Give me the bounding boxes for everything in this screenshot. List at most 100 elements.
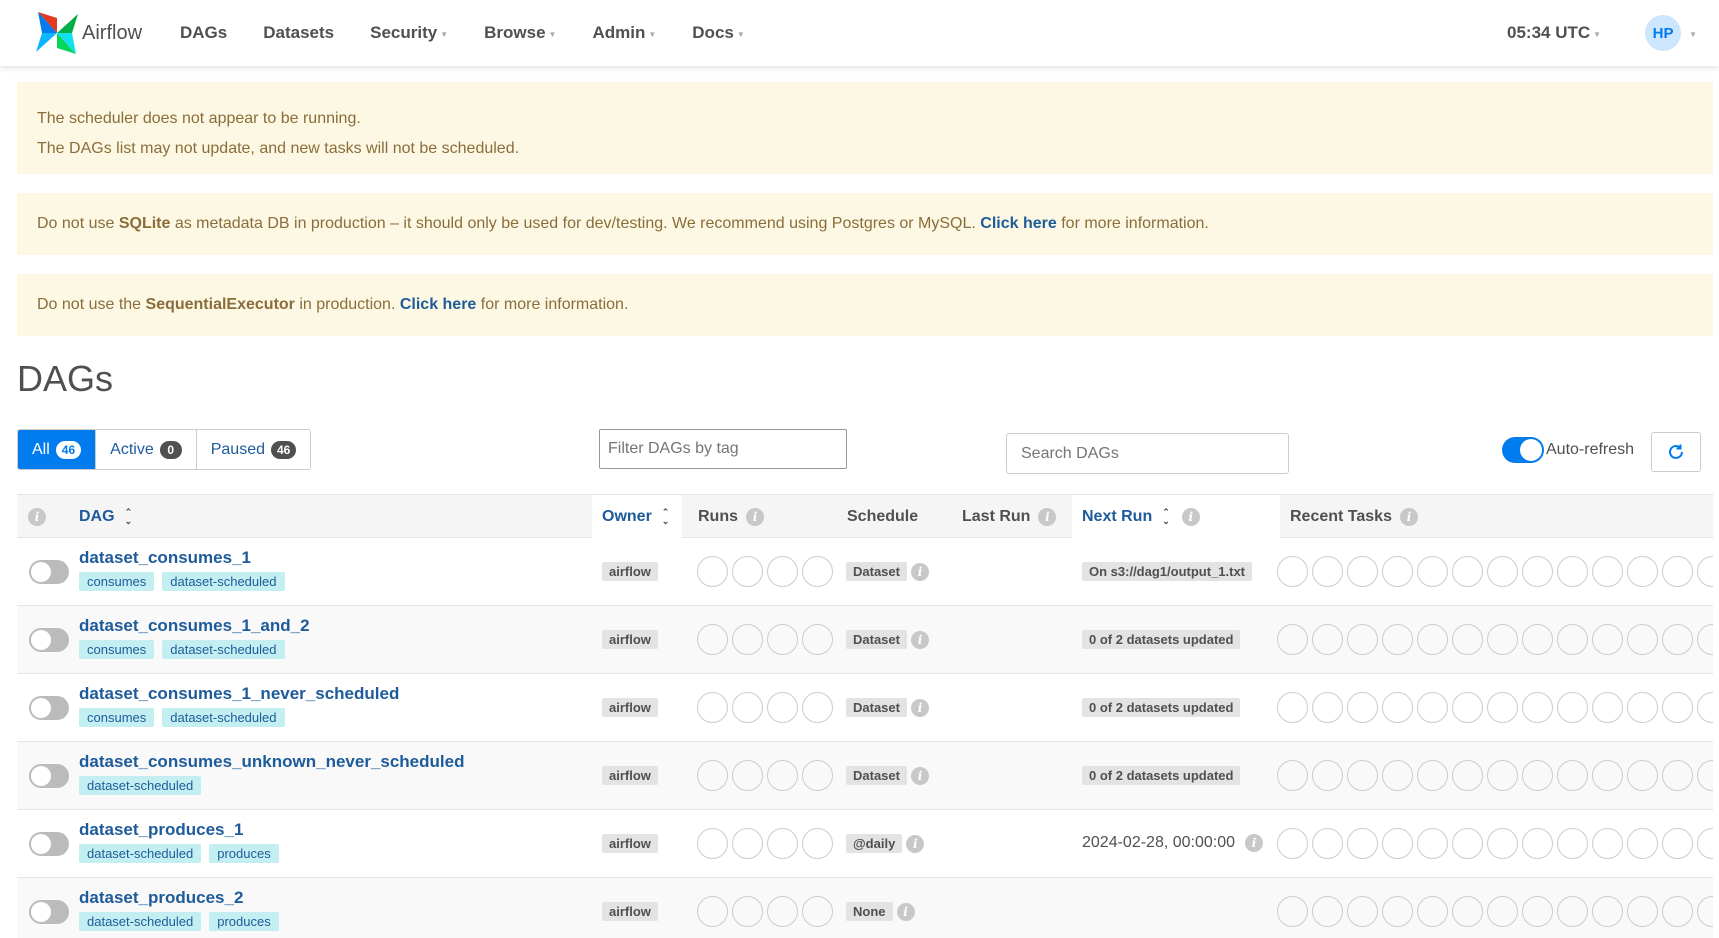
- task-state-circle[interactable]: [1662, 896, 1693, 927]
- run-state-circle[interactable]: [802, 828, 833, 859]
- task-state-circle[interactable]: [1277, 624, 1308, 655]
- task-state-circle[interactable]: [1417, 760, 1448, 791]
- task-state-circle[interactable]: [1697, 760, 1713, 791]
- run-state-circle[interactable]: [767, 692, 798, 723]
- run-state-circle[interactable]: [732, 828, 763, 859]
- dag-tag[interactable]: produces: [209, 844, 279, 863]
- task-state-circle[interactable]: [1417, 624, 1448, 655]
- task-state-circle[interactable]: [1662, 760, 1693, 791]
- pause-toggle[interactable]: [29, 764, 69, 788]
- task-state-circle[interactable]: [1347, 896, 1378, 927]
- task-state-circle[interactable]: [1487, 692, 1518, 723]
- task-state-circle[interactable]: [1312, 556, 1343, 587]
- task-state-circle[interactable]: [1452, 556, 1483, 587]
- info-icon[interactable]: i: [1038, 508, 1057, 526]
- run-state-circle[interactable]: [767, 828, 798, 859]
- task-state-circle[interactable]: [1417, 556, 1448, 587]
- dag-link[interactable]: dataset_produces_2: [79, 888, 243, 908]
- dag-link[interactable]: dataset_consumes_1_never_scheduled: [79, 684, 399, 704]
- task-state-circle[interactable]: [1312, 624, 1343, 655]
- run-state-circle[interactable]: [697, 828, 728, 859]
- task-state-circle[interactable]: [1452, 828, 1483, 859]
- task-state-circle[interactable]: [1277, 828, 1308, 859]
- dag-tag[interactable]: dataset-scheduled: [79, 776, 202, 795]
- filter-active-button[interactable]: Active 0: [96, 430, 197, 469]
- task-state-circle[interactable]: [1452, 760, 1483, 791]
- header-dag[interactable]: DAG ⌃ ⌄: [79, 495, 132, 539]
- pause-toggle[interactable]: [29, 628, 69, 652]
- brand-link[interactable]: Airflow: [34, 10, 142, 56]
- info-icon[interactable]: i: [1181, 508, 1200, 526]
- task-state-circle[interactable]: [1417, 896, 1448, 927]
- task-state-circle[interactable]: [1452, 896, 1483, 927]
- tag-filter-input[interactable]: [599, 429, 847, 469]
- sqlite-more-info-link[interactable]: Click here: [980, 215, 1056, 232]
- owner-badge[interactable]: airflow: [602, 902, 658, 921]
- task-state-circle[interactable]: [1277, 896, 1308, 927]
- task-state-circle[interactable]: [1697, 624, 1713, 655]
- task-state-circle[interactable]: [1312, 828, 1343, 859]
- task-state-circle[interactable]: [1592, 760, 1623, 791]
- task-state-circle[interactable]: [1522, 828, 1553, 859]
- task-state-circle[interactable]: [1662, 692, 1693, 723]
- run-state-circle[interactable]: [767, 624, 798, 655]
- pause-toggle[interactable]: [29, 560, 69, 584]
- task-state-circle[interactable]: [1382, 692, 1413, 723]
- run-state-circle[interactable]: [802, 760, 833, 791]
- task-state-circle[interactable]: [1557, 760, 1588, 791]
- task-state-circle[interactable]: [1522, 692, 1553, 723]
- run-state-circle[interactable]: [732, 624, 763, 655]
- task-state-circle[interactable]: [1627, 760, 1658, 791]
- dag-tag[interactable]: consumes: [79, 572, 155, 591]
- task-state-circle[interactable]: [1487, 828, 1518, 859]
- task-state-circle[interactable]: [1487, 760, 1518, 791]
- task-state-circle[interactable]: [1557, 692, 1588, 723]
- dag-link[interactable]: dataset_consumes_1_and_2: [79, 616, 310, 636]
- task-state-circle[interactable]: [1557, 828, 1588, 859]
- task-state-circle[interactable]: [1592, 556, 1623, 587]
- run-state-circle[interactable]: [732, 760, 763, 791]
- owner-badge[interactable]: airflow: [602, 834, 658, 853]
- task-state-circle[interactable]: [1277, 692, 1308, 723]
- task-state-circle[interactable]: [1627, 896, 1658, 927]
- task-state-circle[interactable]: [1452, 692, 1483, 723]
- task-state-circle[interactable]: [1452, 624, 1483, 655]
- nav-datasets[interactable]: Datasets: [263, 23, 334, 43]
- run-state-circle[interactable]: [697, 692, 728, 723]
- info-icon[interactable]: i: [1245, 834, 1264, 852]
- task-state-circle[interactable]: [1697, 556, 1713, 587]
- task-state-circle[interactable]: [1627, 624, 1658, 655]
- owner-badge[interactable]: airflow: [602, 766, 658, 785]
- owner-badge[interactable]: airflow: [602, 698, 658, 717]
- task-state-circle[interactable]: [1697, 828, 1713, 859]
- pause-toggle[interactable]: [29, 900, 69, 924]
- task-state-circle[interactable]: [1592, 624, 1623, 655]
- task-state-circle[interactable]: [1697, 692, 1713, 723]
- task-state-circle[interactable]: [1522, 896, 1553, 927]
- refresh-button[interactable]: [1651, 432, 1701, 472]
- dag-tag[interactable]: dataset-scheduled: [162, 708, 285, 727]
- task-state-circle[interactable]: [1662, 624, 1693, 655]
- run-state-circle[interactable]: [767, 896, 798, 927]
- task-state-circle[interactable]: [1662, 828, 1693, 859]
- run-state-circle[interactable]: [802, 692, 833, 723]
- header-next-run[interactable]: Next Run ⌃ ⌄ i: [1082, 495, 1200, 539]
- task-state-circle[interactable]: [1592, 896, 1623, 927]
- run-state-circle[interactable]: [767, 556, 798, 587]
- run-state-circle[interactable]: [732, 896, 763, 927]
- task-state-circle[interactable]: [1627, 828, 1658, 859]
- task-state-circle[interactable]: [1557, 624, 1588, 655]
- user-avatar[interactable]: HP: [1645, 15, 1682, 51]
- task-state-circle[interactable]: [1382, 760, 1413, 791]
- task-state-circle[interactable]: [1592, 692, 1623, 723]
- search-dags-input[interactable]: [1006, 433, 1289, 474]
- dag-tag[interactable]: produces: [209, 912, 279, 931]
- header-owner[interactable]: Owner ⌃ ⌄: [602, 495, 669, 539]
- task-state-circle[interactable]: [1487, 624, 1518, 655]
- task-state-circle[interactable]: [1277, 556, 1308, 587]
- nav-security[interactable]: Security ▼: [370, 23, 448, 43]
- run-state-circle[interactable]: [732, 692, 763, 723]
- task-state-circle[interactable]: [1522, 760, 1553, 791]
- task-state-circle[interactable]: [1487, 896, 1518, 927]
- task-state-circle[interactable]: [1312, 692, 1343, 723]
